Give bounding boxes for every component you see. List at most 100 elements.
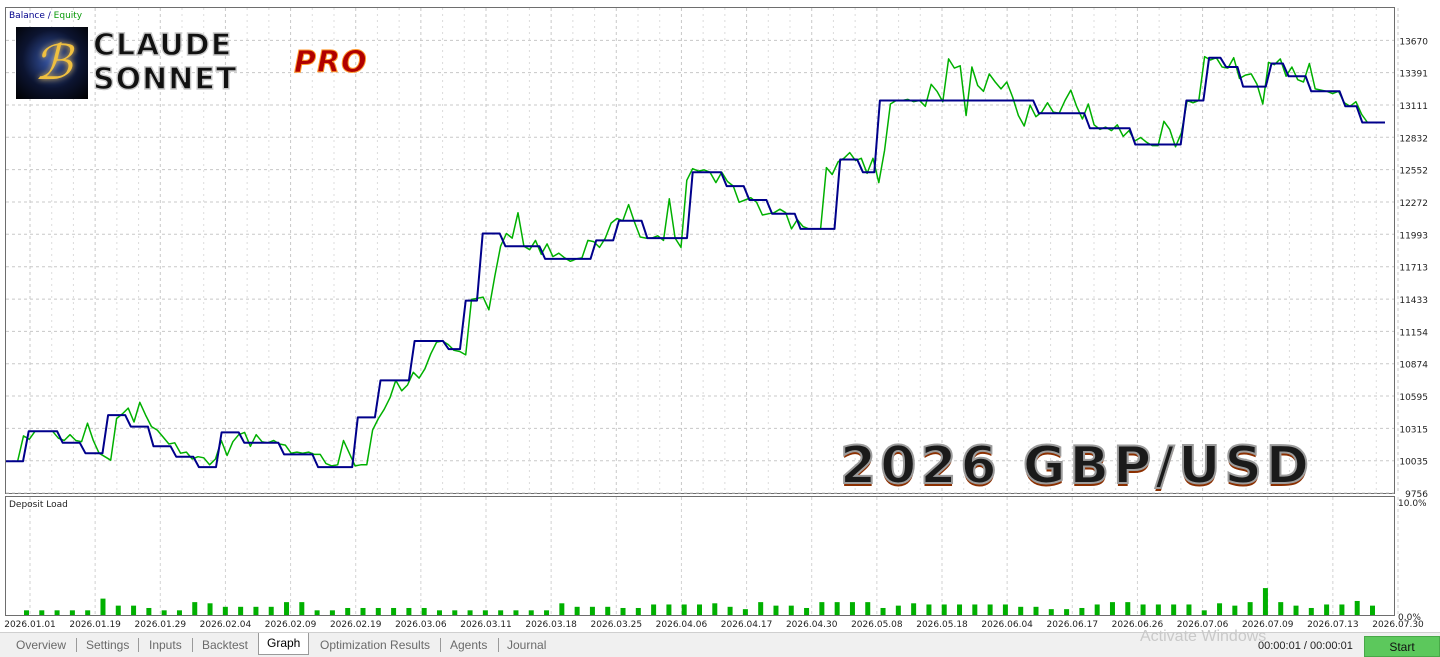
deposit-load-bar: [100, 598, 106, 615]
deposit-load-bar: [1247, 602, 1253, 615]
x-tick-label: 2026.07.13: [1307, 620, 1359, 630]
deposit-load-bar: [1109, 602, 1115, 615]
test-timer: 00:00:01 / 00:00:01: [1258, 640, 1353, 652]
deposit-load-bar: [574, 606, 580, 615]
tab-separator: [498, 638, 499, 652]
deposit-load-bar: [452, 610, 458, 615]
y-tick-label: 11433: [1399, 296, 1428, 306]
deposit-load-bar: [1354, 600, 1360, 615]
deposit-load-bar: [865, 602, 871, 615]
strategy-tester-window: 13670 13391 13111 12832 12552 12272 11993 11713…: [0, 0, 1440, 657]
tab-optimization-results[interactable]: Optimization Results: [320, 636, 430, 656]
x-tick-label: 2026.04.30: [786, 620, 838, 630]
deposit-load-bar: [635, 607, 641, 615]
deposit-load-bar: [712, 603, 718, 615]
tab-graph[interactable]: Graph: [258, 633, 310, 655]
deposit-load-bar: [421, 607, 427, 615]
symbol-overlay-title: 2026 GBP/USD: [839, 435, 1314, 497]
deposit-load-bar: [1033, 606, 1039, 615]
chart-legend: Balance / Equity: [9, 11, 82, 21]
deposit-load-bar: [299, 602, 305, 615]
x-tick-label: 2026.03.11: [460, 620, 512, 630]
deposit-load-bar: [972, 604, 978, 615]
tab-inputs[interactable]: Inputs: [149, 636, 182, 656]
deposit-load-bar: [697, 604, 702, 615]
x-tick-label: 2026.02.04: [200, 620, 252, 630]
deposit-load-bar: [666, 604, 672, 615]
deposit-load-bar: [528, 610, 534, 615]
deposit-load-bar: [1155, 604, 1161, 615]
deposit-load-bar: [895, 605, 901, 615]
x-tick-label: 2026.01.19: [69, 620, 121, 630]
tab-separator: [138, 638, 139, 652]
start-button[interactable]: Start: [1364, 636, 1440, 657]
deposit-load-bar: [1048, 609, 1054, 615]
deposit-load-bar: [268, 606, 274, 615]
deposit-load-bar: [85, 610, 91, 615]
legend-separator: /: [44, 11, 54, 21]
y-tick-label: 12552: [1399, 167, 1428, 177]
deposit-load-bar: [207, 603, 213, 615]
y-tick-label: 11713: [1399, 264, 1428, 274]
deposit-load-bar: [1324, 604, 1330, 615]
deposit-load-bar: [987, 604, 993, 615]
deposit-load-bar: [1278, 602, 1284, 615]
deposit-load-bar: [329, 610, 335, 615]
deposit-load-bar: [24, 610, 29, 615]
deposit-y-tick-label: 10.0%: [1398, 499, 1427, 509]
tab-agents[interactable]: Agents: [450, 636, 487, 656]
deposit-load-bar: [1125, 602, 1131, 615]
deposit-load-bar: [620, 607, 626, 615]
deposit-load-bar: [834, 602, 840, 615]
deposit-load-bar: [1339, 604, 1345, 615]
deposit-load-bar: [1171, 604, 1177, 615]
deposit-load-bar: [406, 607, 412, 615]
balance-line: [6, 56, 1385, 469]
tab-settings[interactable]: Settings: [86, 636, 129, 656]
deposit-load-bar: [849, 602, 855, 615]
brand-text-line2: SONNET: [92, 61, 238, 97]
deposit-load-bar: [819, 602, 825, 615]
deposit-load-bar: [498, 610, 504, 615]
brand-logo-image: ℬ: [16, 27, 88, 99]
deposit-load-bar: [681, 604, 687, 615]
deposit-load-bar: [727, 606, 733, 615]
deposit-load-bar: [176, 610, 182, 615]
deposit-load-bar: [742, 609, 748, 615]
tab-backtest[interactable]: Backtest: [202, 636, 248, 656]
deposit-load-bar: [880, 607, 886, 615]
deposit-load-bar: [1293, 605, 1299, 615]
deposit-load-bar: [559, 603, 565, 615]
deposit-load-bar: [1064, 609, 1070, 615]
legend-equity: Equity: [53, 11, 83, 21]
tab-separator: [192, 638, 193, 652]
deposit-load-bar: [69, 610, 75, 615]
deposit-load-bar: [1201, 610, 1207, 615]
deposit-load-title: Deposit Load: [9, 500, 68, 510]
deposit-load-bar: [131, 605, 137, 615]
y-tick-label: 11993: [1399, 231, 1428, 241]
deposit-load-bar: [773, 605, 779, 615]
deposit-load-bar: [375, 607, 381, 615]
x-tick-label: 2026.03.06: [395, 620, 447, 630]
tab-journal[interactable]: Journal: [507, 636, 546, 656]
deposit-load-bar: [1186, 604, 1192, 615]
brand-text-line1: CLAUDE: [92, 27, 233, 63]
deposit-load-bar: [651, 604, 657, 615]
tab-overview[interactable]: Overview: [16, 636, 66, 656]
deposit-load-bar: [1308, 607, 1314, 615]
deposit-load-bar: [1018, 606, 1024, 615]
y-tick-label: 11154: [1399, 328, 1428, 338]
deposit-load-bar: [605, 606, 611, 615]
deposit-load-bar: [222, 606, 228, 615]
x-tick-label: 2026.05.08: [851, 620, 903, 630]
deposit-load-bar: [161, 610, 167, 615]
deposit-load-bar: [436, 610, 442, 615]
y-tick-label: 12272: [1399, 199, 1428, 209]
x-tick-label: 2026.03.25: [591, 620, 643, 630]
x-tick-label: 2026.06.17: [1047, 620, 1099, 630]
tab-separator: [440, 638, 441, 652]
deposit-load-bar: [253, 606, 259, 615]
deposit-load-bar: [911, 603, 917, 615]
deposit-load-bar: [788, 605, 794, 615]
